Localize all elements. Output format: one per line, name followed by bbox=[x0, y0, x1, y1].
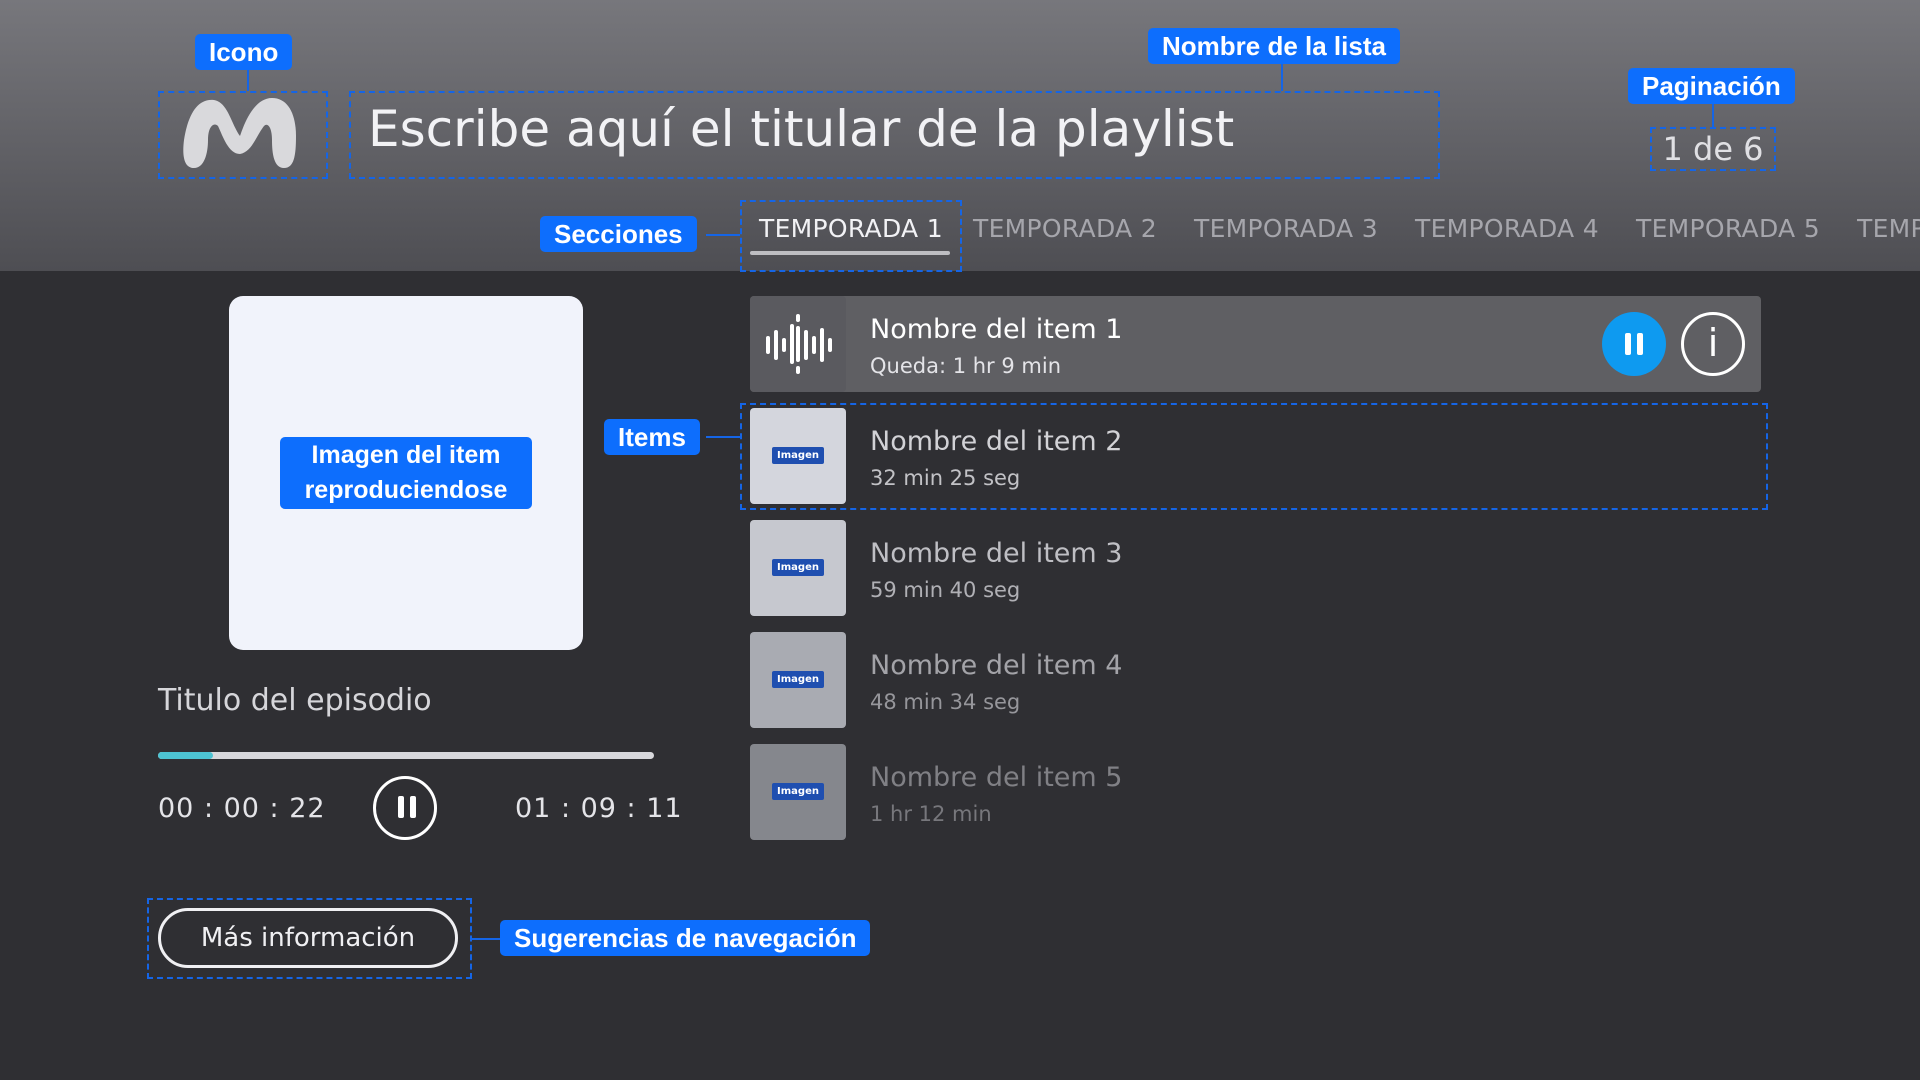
tab-temporada-3[interactable]: TEMPORADA 3 bbox=[1194, 214, 1378, 243]
item-thumbnail: Imagen bbox=[750, 744, 846, 840]
item-name: Nombre del item 3 bbox=[870, 538, 1123, 569]
annotation-box-nombre-lista bbox=[349, 91, 1440, 179]
progress-bar[interactable] bbox=[158, 752, 654, 759]
list-item-4[interactable]: Imagen Nombre del item 4 48 min 34 seg bbox=[750, 632, 1761, 728]
annotation-paginacion: Paginación bbox=[1628, 68, 1795, 104]
list-item-1[interactable]: Nombre del item 1 Queda: 1 hr 9 min i bbox=[750, 296, 1761, 392]
tab-temporada-2[interactable]: TEMPORADA 2 bbox=[973, 214, 1157, 243]
item-name: Nombre del item 5 bbox=[870, 762, 1123, 793]
audio-thumb bbox=[750, 296, 846, 392]
audio-wave-icon bbox=[766, 314, 832, 374]
annotation-box-items bbox=[740, 403, 1768, 510]
elapsed-time: 00 : 00 : 22 bbox=[158, 793, 326, 824]
item-duration: 1 hr 12 min bbox=[870, 802, 992, 826]
annotation-secciones: Secciones bbox=[540, 216, 697, 252]
tab-temporada-6[interactable]: TEMPORADA 6 bbox=[1857, 214, 1920, 243]
annotation-box-icono bbox=[158, 91, 328, 179]
annotation-box-paginacion bbox=[1650, 127, 1776, 171]
annotation-items: Items bbox=[604, 419, 700, 455]
cover-placeholder-label: Imagen del item reproduciendose bbox=[280, 437, 532, 509]
annotation-icono: Icono bbox=[195, 34, 293, 70]
list-item-3[interactable]: Imagen Nombre del item 3 59 min 40 seg bbox=[750, 520, 1761, 616]
pause-icon bbox=[1625, 333, 1631, 355]
progress-fill bbox=[158, 752, 213, 759]
player-pause-button[interactable] bbox=[373, 776, 437, 840]
tab-temporada-4[interactable]: TEMPORADA 4 bbox=[1415, 214, 1599, 243]
pause-icon bbox=[398, 796, 404, 818]
annotation-sugerencias: Sugerencias de navegación bbox=[500, 920, 871, 956]
item-pause-button[interactable] bbox=[1602, 312, 1666, 376]
thumbnail-label: Imagen bbox=[772, 783, 824, 800]
annotation-box-secciones bbox=[740, 200, 962, 272]
item-thumbnail: Imagen bbox=[750, 632, 846, 728]
info-icon: i bbox=[1707, 321, 1719, 365]
thumbnail-label: Imagen bbox=[772, 559, 824, 576]
tab-overflow-clip: TEMPORADA 6 bbox=[1857, 214, 1920, 248]
thumbnail-label: Imagen bbox=[772, 671, 824, 688]
item-duration: 48 min 34 seg bbox=[870, 690, 1021, 714]
item-duration: 59 min 40 seg bbox=[870, 578, 1021, 602]
tab-temporada-5[interactable]: TEMPORADA 5 bbox=[1636, 214, 1820, 243]
annotation-nombre-lista: Nombre de la lista bbox=[1148, 28, 1400, 64]
annotation-box-sugerencias bbox=[147, 898, 472, 979]
item-name: Nombre del item 1 bbox=[870, 314, 1123, 345]
total-duration: 01 : 09 : 11 bbox=[515, 793, 683, 824]
episode-title: Titulo del episodio bbox=[158, 683, 432, 718]
info-button[interactable]: i bbox=[1681, 312, 1745, 376]
item-name: Nombre del item 4 bbox=[870, 650, 1123, 681]
item-remaining: Queda: 1 hr 9 min bbox=[870, 354, 1061, 378]
item-thumbnail: Imagen bbox=[750, 520, 846, 616]
list-item-5[interactable]: Imagen Nombre del item 5 1 hr 12 min bbox=[750, 744, 1761, 840]
